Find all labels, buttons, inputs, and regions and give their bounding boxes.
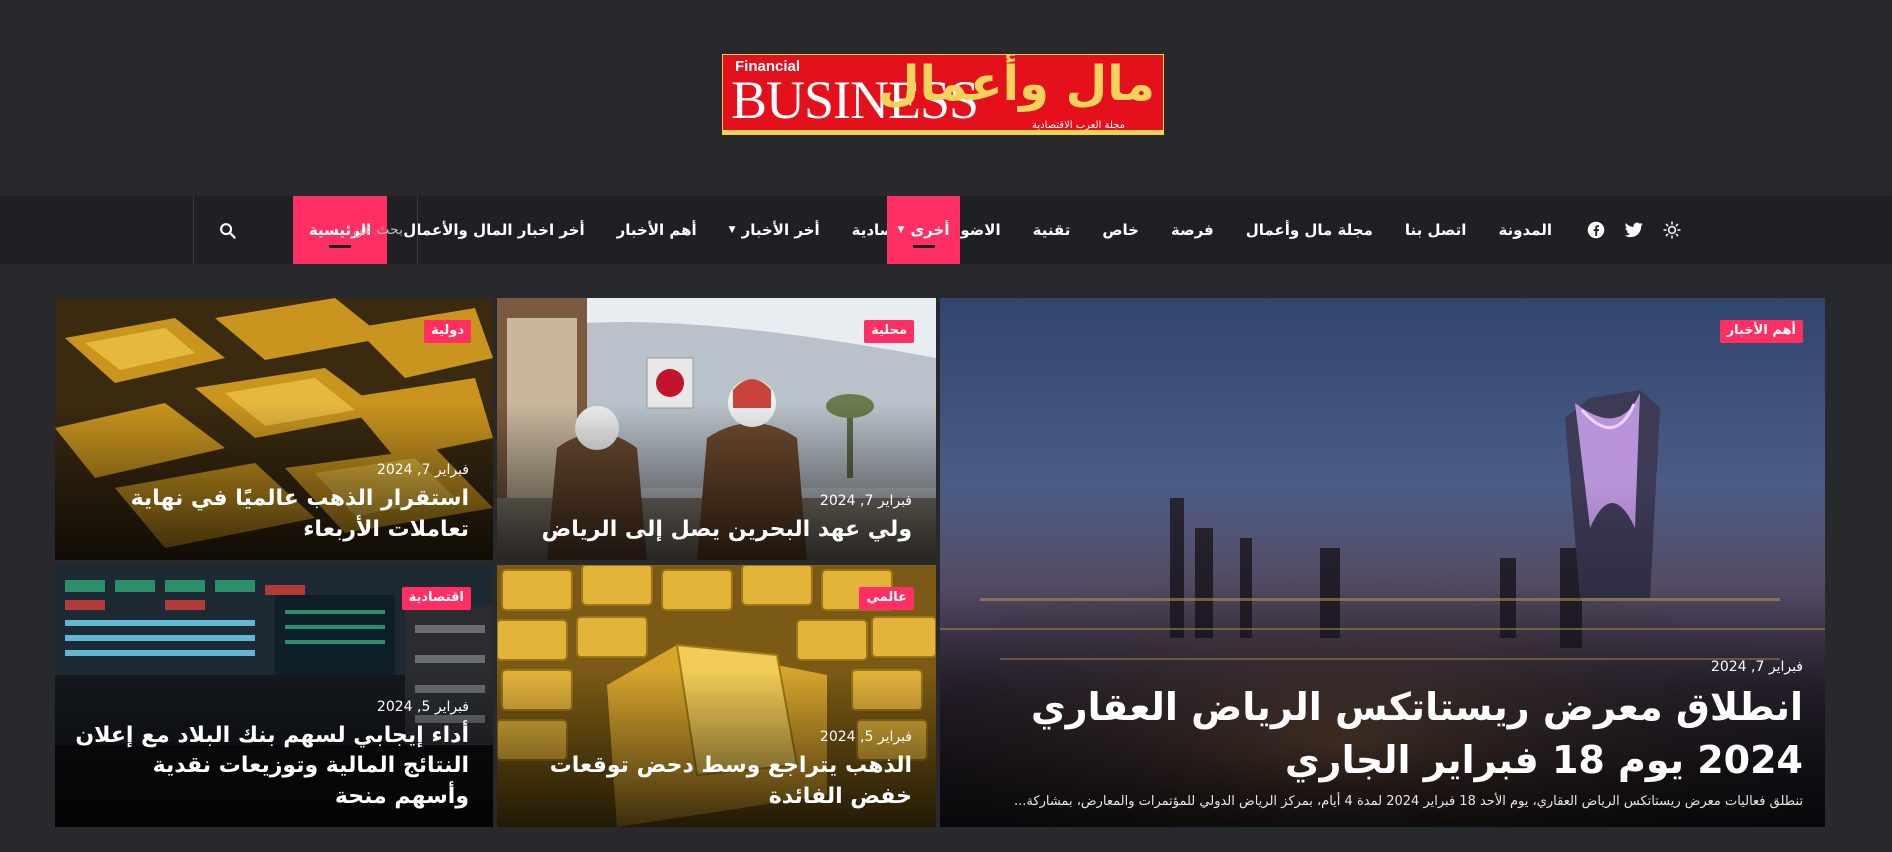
article-date: فبراير 7, 2024 bbox=[376, 462, 469, 479]
main-navbar: الرئيسية أخر اخبار المال والأعمال أهم ال… bbox=[0, 196, 1892, 264]
nav-label: أخر اخبار المال والأعمال bbox=[403, 221, 585, 239]
theme-toggle-icon[interactable] bbox=[1662, 220, 1682, 240]
site-header: Financial BUSINESS مال وأعمال مجلة العرب… bbox=[0, 0, 1892, 196]
nav-item-exclusive[interactable]: خاص bbox=[1086, 196, 1155, 264]
article-date: فبراير 5, 2024 bbox=[376, 698, 469, 715]
card-meta: فبراير 5, 2024 الذهب يتراجع وسط دحض توقع… bbox=[513, 729, 912, 813]
article-card[interactable]: دولية فبراير 7, 2024 استقرار الذهب عالمي… bbox=[55, 298, 493, 560]
nav-label: مجلة مال وأعمال bbox=[1245, 221, 1373, 239]
facebook-icon[interactable] bbox=[1586, 220, 1606, 240]
nav-item-top-news[interactable]: أهم الأخبار bbox=[601, 196, 713, 264]
nav-item-blog[interactable]: المدونة bbox=[1482, 196, 1568, 264]
featured-article[interactable]: أهم الأخبار فبراير 7, 2024 انطلاق معرض ر… bbox=[940, 298, 1825, 827]
article-date: فبراير 7, 2024 bbox=[819, 493, 912, 510]
nav-item-magazine[interactable]: مجلة مال وأعمال bbox=[1230, 196, 1389, 264]
site-logo[interactable]: Financial BUSINESS مال وأعمال مجلة العرب… bbox=[722, 54, 1164, 135]
article-title[interactable]: انطلاق معرض ريستاتكس الرياض العقاري 2024… bbox=[990, 681, 1803, 787]
article-title[interactable]: ولي عهد البحرين يصل إلى الرياض bbox=[513, 515, 912, 546]
nav-item-latest-business[interactable]: أخر اخبار المال والأعمال bbox=[387, 196, 600, 264]
nav-label: تقنية bbox=[1032, 221, 1071, 239]
logo-rule bbox=[723, 130, 1163, 134]
logo-arabic-text: مال وأعمال bbox=[877, 56, 1155, 112]
nav-item-latest-news[interactable]: أخر الأخبار ▼ bbox=[713, 196, 836, 264]
search-box bbox=[193, 196, 418, 264]
nav-label: اتصل بنا bbox=[1404, 221, 1467, 239]
nav-menu: الرئيسية أخر اخبار المال والأعمال أهم ال… bbox=[292, 196, 1692, 264]
article-card[interactable]: اقتصادية فبراير 5, 2024 أداء إيجابي لسهم… bbox=[55, 565, 493, 827]
nav-label: المدونة bbox=[1498, 221, 1552, 239]
article-date: فبراير 5, 2024 bbox=[819, 729, 912, 746]
nav-label: أهم الأخبار bbox=[616, 221, 697, 239]
article-date: فبراير 7, 2024 bbox=[1710, 659, 1803, 676]
card-meta: فبراير 5, 2024 أداء إيجابي لسهم بنك البل… bbox=[71, 699, 469, 813]
chevron-down-icon: ▼ bbox=[728, 225, 736, 235]
category-badge[interactable]: أهم الأخبار bbox=[1719, 320, 1803, 343]
featured-meta: فبراير 7, 2024 انطلاق معرض ريستاتكس الري… bbox=[990, 659, 1803, 811]
article-title[interactable]: أداء إيجابي لسهم بنك البلاد مع إعلان الن… bbox=[71, 721, 469, 813]
category-badge[interactable]: عالمي bbox=[859, 587, 914, 610]
category-badge[interactable]: اقتصادية bbox=[401, 587, 471, 610]
nav-label: أخرى bbox=[910, 221, 950, 239]
article-excerpt: تنطلق فعاليات معرض ريستاتكس الرياض العقا… bbox=[1014, 793, 1803, 809]
chevron-down-icon: ▼ bbox=[897, 225, 905, 235]
category-badge[interactable]: دولية bbox=[424, 320, 471, 343]
search-icon[interactable] bbox=[207, 210, 247, 250]
nav-label: أخر الأخبار bbox=[741, 221, 820, 239]
article-title[interactable]: الذهب يتراجع وسط دحض توقعات خفض الفائدة bbox=[513, 751, 912, 813]
article-card[interactable]: محلية فبراير 7, 2024 ولي عهد البحرين يصل… bbox=[497, 298, 936, 560]
card-meta: فبراير 7, 2024 ولي عهد البحرين يصل إلى ا… bbox=[513, 493, 912, 546]
nav-item-contact[interactable]: اتصل بنا bbox=[1389, 196, 1483, 264]
category-badge[interactable]: محلية bbox=[864, 320, 914, 343]
nav-item-opportunity[interactable]: فرصة bbox=[1155, 196, 1230, 264]
nav-label: خاص bbox=[1102, 221, 1139, 239]
twitter-icon[interactable] bbox=[1624, 220, 1644, 240]
search-input[interactable] bbox=[247, 222, 417, 238]
article-title[interactable]: استقرار الذهب عالميًا في نهاية تعاملات ا… bbox=[71, 484, 469, 546]
card-meta: فبراير 7, 2024 استقرار الذهب عالميًا في … bbox=[71, 462, 469, 546]
nav-label: فرصة bbox=[1171, 221, 1214, 239]
article-card[interactable]: عالمي فبراير 5, 2024 الذهب يتراجع وسط دح… bbox=[497, 565, 936, 827]
nav-item-more[interactable]: أخرى ▼ bbox=[887, 196, 960, 264]
social-icons bbox=[1568, 196, 1692, 264]
nav-item-tech[interactable]: تقنية bbox=[1017, 196, 1087, 264]
